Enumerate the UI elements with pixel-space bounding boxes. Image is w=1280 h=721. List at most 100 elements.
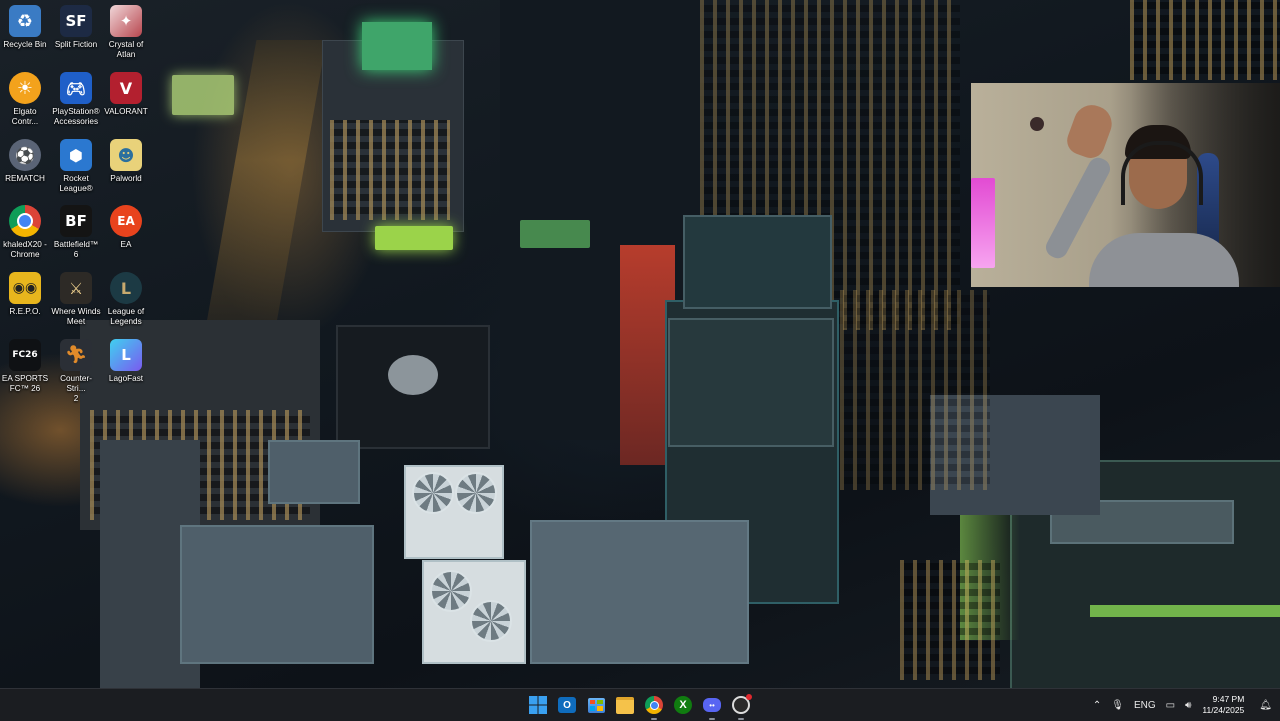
taskbar-apps: O X •• — [526, 693, 753, 720]
desktop-icon-lagofast[interactable]: L LagoFast — [101, 339, 151, 384]
desktop-icon-league-of-legends[interactable]: L League of Legends — [101, 272, 151, 327]
desktop-icon-ea[interactable]: EA EA — [101, 205, 151, 250]
elgato-icon: ☀ — [9, 72, 41, 104]
wallpaper-water-tower — [388, 355, 438, 395]
rocket-league-icon: ⬢ — [60, 139, 92, 171]
desktop-icon-label: Recycle Bin — [3, 40, 47, 49]
desktop-icon-label: Rocket League® — [59, 174, 93, 193]
desktop-icon-elgato[interactable]: ☀ Elgato Contr... — [0, 72, 50, 127]
desktop-icon-label: VALORANT — [104, 107, 148, 116]
desktop-icon-label: PlayStation® Accessories — [52, 107, 100, 126]
microphone-icon[interactable]: 🎙︎ — [1111, 700, 1124, 711]
webcam-person-arm — [1042, 154, 1114, 262]
wallpaper-roof — [268, 440, 360, 504]
webcam-headset — [1121, 141, 1203, 205]
obs-button[interactable] — [729, 693, 753, 720]
battlefield-icon: BF — [60, 205, 92, 237]
outlook-button[interactable]: O — [555, 693, 579, 717]
chrome-center — [17, 213, 33, 229]
desktop-icon-rocket-league[interactable]: ⬢ Rocket League® — [51, 139, 101, 194]
wallpaper-rooftop-fan — [412, 472, 454, 514]
where-winds-meet-icon: ⚔ — [60, 272, 92, 304]
wallpaper-windows — [330, 120, 450, 220]
wallpaper-rooftop-fan — [430, 570, 472, 612]
desktop-icon-ea-sports-fc-26[interactable]: FC26 EA SPORTS FC™ 26 — [0, 339, 50, 394]
valorant-icon: V — [110, 72, 142, 104]
desktop-icon-label: EA — [120, 240, 132, 249]
split-fiction-icon: SF — [60, 5, 92, 37]
desktop-icon-label: R.E.P.O. — [9, 307, 41, 316]
desktop-icon-crystal-of-atlan[interactable]: ✦ Crystal of Atlan — [101, 5, 151, 60]
wallpaper-billboard — [520, 220, 590, 248]
wallpaper-roof — [530, 520, 749, 664]
desktop-icon-recycle-bin[interactable]: ♻ Recycle Bin — [0, 5, 50, 50]
desktop-icon-label: Battlefield™ 6 — [53, 240, 99, 259]
webcam-pink-light — [971, 178, 995, 268]
xbox-button[interactable]: X — [671, 693, 695, 717]
desktop-icon-chrome-profile[interactable]: khaledX20 - Chrome — [0, 205, 50, 260]
store-button[interactable] — [584, 693, 608, 717]
file-explorer-button[interactable] — [613, 693, 637, 717]
desktop-icons: ♻ Recycle Bin SF Split Fiction ✦ Crystal… — [0, 0, 160, 403]
xbox-icon: X — [674, 696, 692, 714]
wallpaper-billboard — [172, 75, 234, 115]
palworld-icon: ☻ — [110, 139, 142, 171]
playstation-icon: 🎮︎ — [60, 72, 92, 104]
wallpaper-roof — [668, 318, 834, 447]
volume-icon[interactable]: 🔊︎ — [1185, 700, 1191, 711]
wallpaper-windows — [900, 560, 1000, 680]
clock-date: 11/24/2025 — [1202, 705, 1245, 715]
desktop-icon-split-fiction[interactable]: SF Split Fiction — [51, 5, 101, 50]
crystal-of-atlan-icon: ✦ — [110, 5, 142, 37]
desktop-icon-label: Where Winds Meet — [51, 307, 101, 326]
display-icon[interactable]: ▭ — [1166, 700, 1175, 711]
desktop-icon-label: Palworld — [110, 174, 142, 183]
desktop-icon-where-winds-meet[interactable]: ⚔ Where Winds Meet — [51, 272, 101, 327]
outlook-icon: O — [558, 697, 576, 713]
discord-icon: •• — [703, 698, 721, 712]
webcam-person-hand — [1063, 100, 1117, 162]
desktop-icon-label: League of Legends — [107, 307, 145, 326]
language-indicator[interactable]: ENG — [1134, 700, 1156, 711]
webcam-person-body — [1089, 233, 1239, 287]
desktop-icon-counter-strike-2[interactable]: 🏃︎ Counter-Stri... 2 — [51, 339, 101, 404]
desktop-icon-rematch[interactable]: ⚽ REMATCH — [0, 139, 50, 184]
counter-strike-icon: 🏃︎ — [60, 339, 92, 371]
folder-icon — [616, 696, 634, 714]
wallpaper-billboard — [375, 226, 453, 250]
wallpaper-roof — [683, 215, 832, 309]
chrome-icon — [645, 696, 663, 714]
desktop-icon-label: khaledX20 - Chrome — [3, 240, 47, 259]
wallpaper-green-lights — [1090, 605, 1280, 617]
recycle-bin-icon: ♻ — [9, 5, 41, 37]
start-button[interactable] — [526, 693, 550, 717]
rematch-icon: ⚽ — [9, 139, 41, 171]
wallpaper-rooftop-fan — [470, 600, 512, 642]
show-hidden-icons-button[interactable]: ⌃ — [1093, 700, 1101, 711]
desktop-icon-palworld[interactable]: ☻ Palworld — [101, 139, 151, 184]
wallpaper-green-roof — [362, 22, 432, 70]
desktop-icon-label: Split Fiction — [54, 40, 98, 49]
ea-icon: EA — [110, 205, 142, 237]
wallpaper-roof — [180, 525, 374, 664]
notifications-icon[interactable]: 🔔︎ — [1259, 700, 1272, 711]
desktop-icon-battlefield-6[interactable]: BF Battlefield™ 6 — [51, 205, 101, 260]
wallpaper-windows — [840, 290, 990, 490]
desktop-icon-repo[interactable]: ◉◉ R.E.P.O. — [0, 272, 50, 317]
desktop-icon-label: Crystal of Atlan — [108, 40, 144, 59]
desktop-icon-playstation-accessories[interactable]: 🎮︎ PlayStation® Accessories — [51, 72, 101, 127]
system-tray: ⌃ 🎙︎ ENG ▭ 🔊︎ 9:47 PM 11/24/2025 🔔︎ — [1088, 689, 1280, 721]
recording-dot — [746, 694, 752, 700]
taskbar: O X •• ⌃ 🎙︎ ENG ▭ 🔊︎ 9:47 PM 11/24/2025 … — [0, 688, 1280, 721]
clock[interactable]: 9:47 PM 11/24/2025 — [1202, 694, 1244, 716]
discord-button[interactable]: •• — [700, 693, 724, 720]
chrome-button[interactable] — [642, 693, 666, 720]
ea-sports-fc-icon: FC26 — [9, 339, 41, 371]
windows-icon — [529, 696, 547, 714]
lagofast-icon: L — [110, 339, 142, 371]
desktop-icon-label: EA SPORTS FC™ 26 — [1, 374, 49, 393]
wallpaper-rooftop-fan — [455, 472, 497, 514]
desktop-icon-valorant[interactable]: V VALORANT — [101, 72, 151, 117]
desktop-icon-label: LagoFast — [108, 374, 144, 383]
chrome-icon — [9, 205, 41, 237]
